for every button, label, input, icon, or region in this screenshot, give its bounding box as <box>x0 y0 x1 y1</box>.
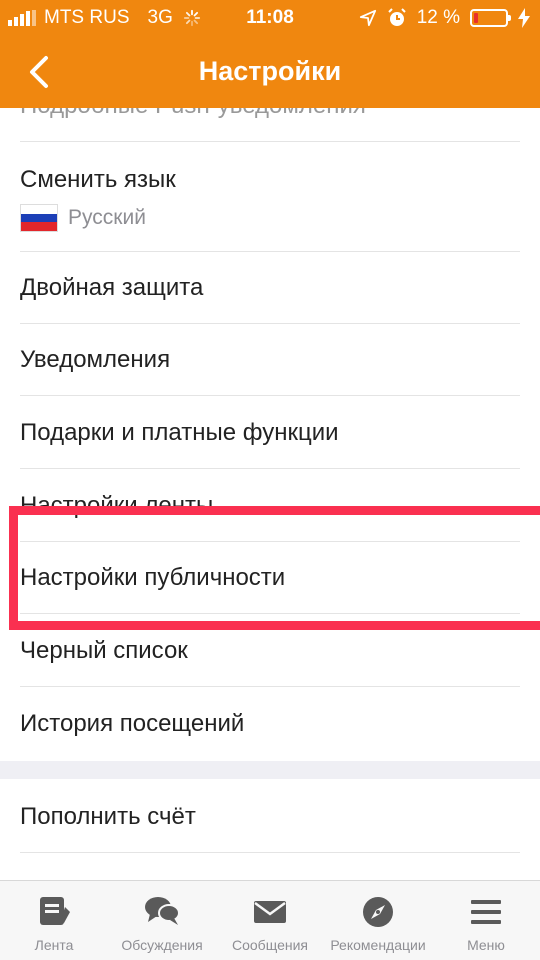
settings-item-push-notifications[interactable]: Подробные Push-уведомления <box>20 108 520 142</box>
section-divider <box>0 761 540 779</box>
settings-item-label: Подарки и платные функции <box>20 419 339 446</box>
tab-label: Лента <box>34 937 74 953</box>
tab-discussions[interactable]: Обсуждения <box>108 881 216 960</box>
discussions-icon <box>145 897 180 925</box>
russia-flag-icon <box>20 204 58 232</box>
settings-item-visit-history[interactable]: История посещений <box>20 688 520 760</box>
battery-level-fill <box>474 13 478 23</box>
battery-percent: 12 % <box>416 7 460 28</box>
current-language: Русский <box>68 206 146 229</box>
messages-icon <box>254 901 286 923</box>
alarm-clock-icon <box>387 8 406 26</box>
tab-label: Обсуждения <box>121 937 203 953</box>
tab-feed[interactable]: Лента <box>0 881 108 960</box>
settings-item-label: Пополнить счёт <box>20 803 196 830</box>
tab-recommendations[interactable]: Рекомендации <box>324 881 432 960</box>
menu-icon <box>471 900 501 924</box>
settings-item-notifications[interactable]: Уведомления <box>20 324 520 396</box>
tab-bar: Лента Обсуждения Сообщения Рекомендации <box>0 880 540 960</box>
tab-messages[interactable]: Сообщения <box>216 881 324 960</box>
settings-item-label: Подробные Push-уведомления <box>20 108 366 120</box>
status-bar: MTS RUS 3G 11:08 12 % <box>0 0 540 36</box>
page-title: Настройки <box>198 56 342 86</box>
battery-icon <box>470 9 511 27</box>
settings-item-label: Сменить язык <box>20 166 176 193</box>
location-arrow-icon <box>359 9 376 27</box>
settings-item-blacklist[interactable]: Черный список <box>20 615 520 687</box>
settings-item-label: Двойная защита <box>20 274 204 301</box>
settings-item-change-language[interactable]: Сменить язык Русский <box>20 142 520 252</box>
settings-item-top-up[interactable]: Пополнить счёт <box>20 781 520 853</box>
settings-item-label: Настройки ленты <box>20 492 214 519</box>
feed-icon <box>40 897 70 925</box>
settings-item-label: Настройки публичности <box>20 564 286 591</box>
tab-label: Меню <box>467 937 505 953</box>
tab-label: Рекомендации <box>330 937 426 953</box>
navigation-bar: Настройки <box>0 36 540 108</box>
compass-icon <box>363 897 393 927</box>
settings-item-publicity[interactable]: Настройки публичности <box>20 542 520 614</box>
settings-item-label: История посещений <box>20 710 245 737</box>
tab-menu[interactable]: Меню <box>432 881 540 960</box>
charging-bolt-icon <box>518 8 530 28</box>
settings-item-label: Уведомления <box>20 346 171 373</box>
tab-label: Сообщения <box>232 937 308 953</box>
settings-list[interactable]: Подробные Push-уведомления Сменить язык … <box>0 108 540 880</box>
settings-item-feed-settings[interactable]: Настройки ленты <box>20 470 520 542</box>
settings-item-label: Черный список <box>20 637 188 664</box>
settings-item-two-factor[interactable]: Двойная защита <box>20 252 520 324</box>
settings-item-gifts[interactable]: Подарки и платные функции <box>20 397 520 469</box>
